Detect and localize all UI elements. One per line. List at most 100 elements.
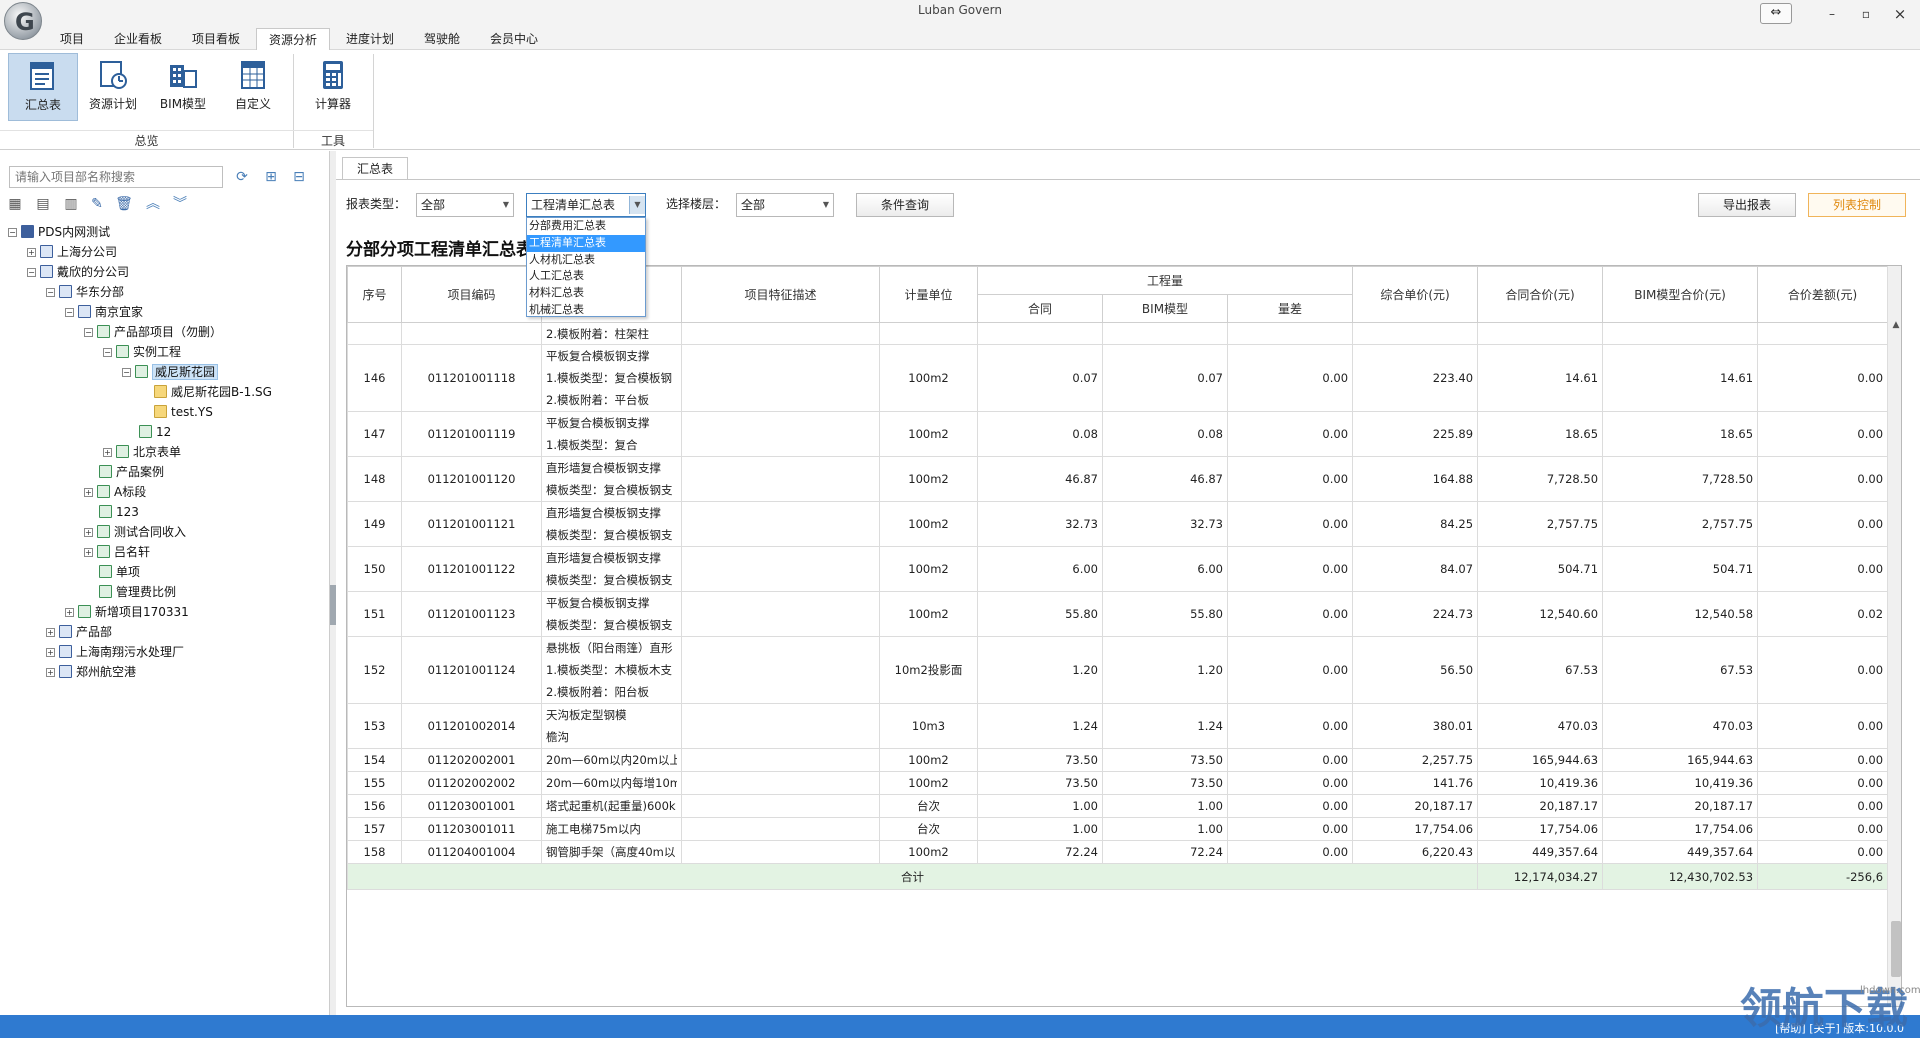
tree-tool-add-icon[interactable]: ▦ (6, 195, 24, 213)
cell-item-name: 平板复合模板钢支撑 1.模板类型：复合模板钢 2.模板附着：平台板 (541, 344, 682, 412)
table-row[interactable]: 146 011201001118 平板复合模板钢支撑 1.模板类型：复合模板钢 2.模板… (347, 344, 1889, 412)
swap-view-button[interactable]: ⇔ (1760, 3, 1792, 24)
tree-tool-import-icon[interactable]: ▥ (62, 195, 80, 213)
dropdown-option[interactable]: 机械汇总表 (527, 302, 645, 319)
tree-item[interactable]: test.YS (154, 403, 213, 421)
tree-item[interactable]: + 测试合同收入 (84, 523, 186, 541)
tab-summary[interactable]: 汇总表 (342, 157, 409, 179)
col-header-code[interactable]: 项目编码 (401, 266, 542, 323)
column-control-button[interactable]: 列表控制 (1808, 193, 1906, 217)
item-name-line: 2.模板附着：阳台板 (546, 685, 649, 699)
collapse-all-icon[interactable]: ⊟ (290, 168, 308, 186)
chevron-down-icon: ▼ (629, 196, 645, 214)
dropdown-option[interactable]: 材料汇总表 (527, 285, 645, 302)
minimize-button[interactable]: – (1818, 4, 1846, 24)
floor-select[interactable]: 全部 ▼ (736, 193, 834, 217)
scroll-up-icon[interactable]: ▲ (1888, 320, 1901, 336)
export-report-button[interactable]: 导出报表 (1698, 193, 1796, 217)
col-header-qty-bim[interactable]: BIM模型 (1102, 294, 1228, 323)
tree-item[interactable]: + 吕名轩 (84, 543, 150, 561)
query-button[interactable]: 条件查询 (856, 193, 954, 217)
edit-icon[interactable]: ✎ (88, 195, 106, 213)
table-row[interactable]: 151 011201001123 平板复合模板钢支撑 模板类型：复合模板钢支 100m2… (347, 591, 1889, 637)
tree-item[interactable]: 12 (139, 423, 171, 441)
report-type-select[interactable]: 全部 ▼ (416, 193, 514, 217)
close-button[interactable]: × (1886, 4, 1914, 24)
table-row[interactable]: 155 011202002002 20m—60m以内每增10m 100m2 73.50 7… (347, 771, 1889, 795)
project-icon (97, 485, 110, 498)
custom-button[interactable]: 自定义 (218, 53, 288, 121)
table-row[interactable]: 156 011203001001 塔式起重机(起重量)600k 台次 1.00 1.00 0… (347, 794, 1889, 818)
table-row[interactable]: 154 011202002001 20m—60m以内20m以上 100m2 73.50 7… (347, 748, 1889, 772)
bim-model-button[interactable]: BIM模型 (148, 53, 218, 121)
col-header-contract-total[interactable]: 合同合价(元) (1477, 266, 1604, 323)
tree-tool-copy-icon[interactable]: ▤ (34, 195, 52, 213)
move-down-icon[interactable]: ︾ (171, 195, 189, 213)
col-header-diff-total[interactable]: 合价差额(元) (1757, 266, 1889, 323)
scroll-thumb[interactable] (1891, 921, 1901, 977)
table-row[interactable]: 147 011201001119 平板复合模板钢支撑 1.模板类型：复合 100m2 0.… (347, 411, 1889, 457)
col-header-qty-diff[interactable]: 量差 (1226, 294, 1354, 323)
table-row[interactable]: 153 011201002014 天沟板定型钢模 檐沟 10m3 1.24 1.24 0.00… (347, 703, 1889, 749)
dropdown-option[interactable]: 人材机汇总表 (527, 252, 645, 269)
tree-item[interactable]: + 上海南翔污水处理厂 (46, 643, 184, 661)
tree-item[interactable]: 123 (99, 503, 139, 521)
col-header-qty-contract[interactable]: 合同 (977, 294, 1103, 323)
calculator-button[interactable]: 计算器 (298, 53, 368, 121)
vertical-scrollbar[interactable]: ▲ (1887, 266, 1901, 1006)
table-row[interactable]: 150 011201001122 直形墙复合模板钢支撑 模板类型：复合模板钢支 100m… (347, 546, 1889, 592)
tree-item[interactable]: 威尼斯花园B-1.SG (154, 383, 272, 401)
tree-item[interactable]: − PDS内网测试 (8, 223, 110, 241)
tree-item[interactable]: − 产品部项目（勿删） (84, 323, 222, 341)
menu-tab-project-board[interactable]: 项目看板 (184, 28, 248, 50)
project-search-input[interactable] (9, 166, 223, 188)
tree-item[interactable]: 单项 (99, 563, 140, 581)
tree-item[interactable]: − 戴欣的分公司 (27, 263, 129, 281)
col-header-unit-price[interactable]: 综合单价(元) (1352, 266, 1479, 323)
table-row[interactable]: 158 011204001004 钢管脚手架（高度40m以 100m2 72.24 72.… (347, 840, 1889, 864)
col-header-bim-total[interactable]: BIM模型合价(元) (1602, 266, 1759, 323)
table-row-partial[interactable]: 2.模板附着：柱架柱 (347, 322, 1889, 345)
menu-tab-project[interactable]: 项目 (52, 28, 92, 50)
menu-tab-schedule[interactable]: 进度计划 (338, 28, 402, 50)
dropdown-option[interactable]: 人工汇总表 (527, 268, 645, 285)
menu-tab-resource-analysis[interactable]: 资源分析 (256, 28, 330, 51)
table-row[interactable]: 149 011201001121 直形墙复合模板钢支撑 模板类型：复合模板钢支 100m… (347, 501, 1889, 547)
tree-item[interactable]: 管理费比例 (99, 583, 176, 601)
tree-item[interactable]: + 产品部 (46, 623, 112, 641)
tree-item[interactable]: − 实例工程 (103, 343, 181, 361)
col-header-desc[interactable]: 项目特征描述 (681, 266, 880, 323)
tree-item[interactable]: 产品案例 (99, 463, 164, 481)
table-row[interactable]: 157 011203001011 施工电梯75m以内 台次 1.00 1.00 0.00 17… (347, 817, 1889, 841)
menu-tab-cockpit[interactable]: 驾驶舱 (416, 28, 468, 50)
tree-item[interactable]: + 新增项目170331 (65, 603, 189, 621)
tree-item[interactable]: − 南京宜家 (65, 303, 143, 321)
cell-code: 011201001120 (401, 456, 542, 502)
col-header-seq[interactable]: 序号 (347, 266, 402, 323)
tree-item-selected[interactable]: − 威尼斯花园 (122, 363, 219, 381)
resource-plan-button[interactable]: 资源计划 (78, 53, 148, 121)
delete-icon[interactable]: 🗑 (115, 195, 133, 213)
dropdown-option[interactable]: 分部费用汇总表 (527, 218, 645, 235)
item-name-line: 20m—60m以内每增10m (546, 776, 677, 790)
col-header-unit[interactable]: 计量单位 (879, 266, 978, 323)
table-row[interactable]: 148 011201001120 直形墙复合模板钢支撑 模板类型：复合模板钢支 100m… (347, 456, 1889, 502)
dropdown-option-selected[interactable]: 工程清单汇总表 (527, 234, 645, 252)
move-up-icon[interactable]: ︽ (144, 195, 162, 213)
table-row[interactable]: 152 011201001124 悬挑板（阳台雨篷）直形 1.模板类型：木模板木支 2.… (347, 636, 1889, 704)
expand-all-icon[interactable]: ⊞ (262, 168, 280, 186)
item-name-line: 平板复合模板钢支撑 (546, 349, 650, 363)
tree-item[interactable]: + 上海分公司 (27, 243, 117, 261)
tree-item[interactable]: + 郑州航空港 (46, 663, 136, 681)
refresh-icon[interactable]: ⟳ (233, 168, 251, 186)
tree-item[interactable]: + A标段 (84, 483, 146, 501)
summary-table-button[interactable]: 汇总表 (8, 53, 78, 121)
menu-tab-enterprise-board[interactable]: 企业看板 (106, 28, 170, 50)
tree-item[interactable]: + 北京表单 (103, 443, 181, 461)
summary-type-select[interactable]: 工程清单汇总表 ▼ (526, 193, 646, 217)
tree-item[interactable]: − 华东分部 (46, 283, 124, 301)
maximize-button[interactable]: ▫ (1852, 4, 1880, 24)
cell-unit: 100m2 (879, 501, 978, 547)
cell-code: 011204001004 (401, 840, 542, 864)
menu-tab-member-center[interactable]: 会员中心 (482, 28, 546, 50)
